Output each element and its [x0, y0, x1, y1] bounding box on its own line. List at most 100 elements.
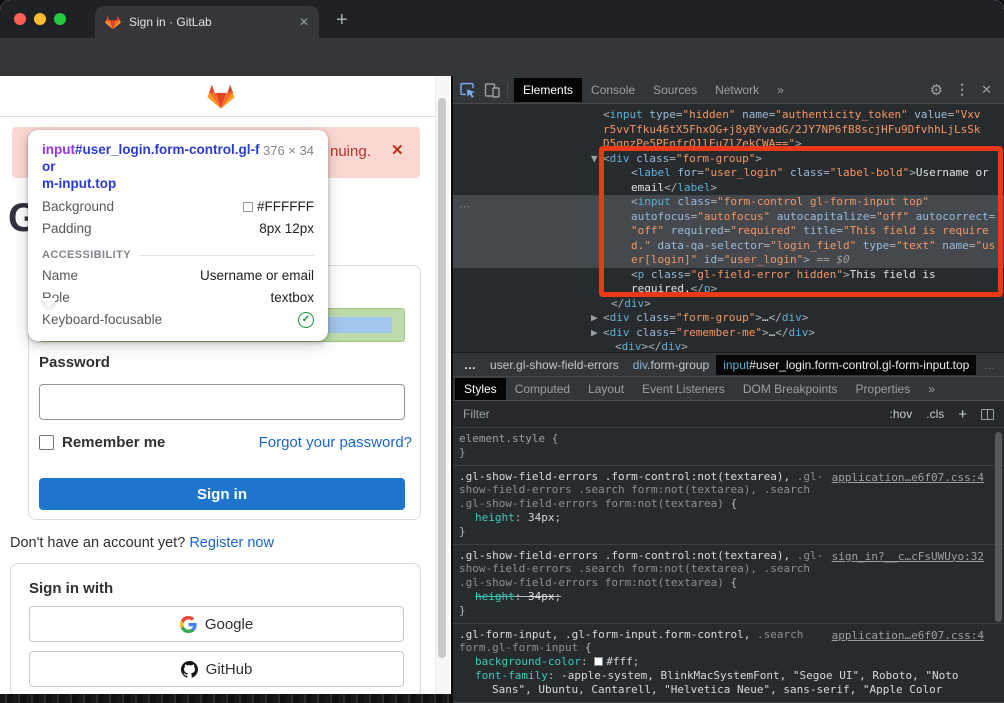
- github-signin-button[interactable]: GitHub: [29, 651, 404, 687]
- breadcrumb-item[interactable]: …: [457, 355, 483, 375]
- style-rule-line[interactable]: background-color: #fff;: [459, 655, 998, 669]
- code-token: </: [775, 326, 788, 339]
- code-token: …: [762, 311, 769, 324]
- styles-sidebar-tab-event-listeners[interactable]: Event Listeners: [633, 378, 734, 400]
- code-token: .gl-show-field-errors form:not(textarea): [459, 497, 731, 510]
- dom-code-line[interactable]: <div></div>: [453, 340, 1004, 352]
- style-source-link[interactable]: application…e6f07.css:4: [832, 629, 984, 642]
- code-token: "hidden": [683, 108, 736, 121]
- google-logo-icon: [180, 616, 197, 633]
- toggle-class-button[interactable]: .cls: [926, 407, 944, 421]
- devtools-tab-»[interactable]: »: [768, 78, 793, 102]
- breadcrumb-item[interactable]: input#user_login.form-control.gl-form-in…: [716, 355, 976, 375]
- toggle-sidebar-icon[interactable]: [981, 409, 994, 420]
- dom-code-line[interactable]: r5vvTfku46tX5FhxOG+j8yBYvadG/2JY7NP6fB8s…: [453, 123, 1004, 138]
- code-token: .search: [750, 628, 803, 641]
- devtools-tab-elements[interactable]: Elements: [514, 78, 582, 102]
- style-rule-line[interactable]: .gl-show-field-errors form:not(textarea)…: [459, 497, 998, 511]
- device-toolbar-icon[interactable]: [483, 81, 501, 99]
- devtools-tab-sources[interactable]: Sources: [644, 78, 706, 102]
- code-token: ></: [642, 340, 662, 352]
- register-now-link[interactable]: Register now: [189, 535, 274, 551]
- style-source-link[interactable]: application…e6f07.css:4: [832, 471, 984, 484]
- css-color-swatch: [594, 657, 603, 666]
- dom-hover-dots[interactable]: ⋯: [459, 200, 469, 213]
- dom-code-line[interactable]: ▶<div class="form-group">…</div>: [453, 311, 1004, 326]
- style-rule-line[interactable]: }: [459, 446, 998, 460]
- new-style-rule-button[interactable]: +: [958, 406, 967, 423]
- style-rule-line[interactable]: show-field-errors .search form:not(texta…: [459, 483, 998, 497]
- toggle-hover-state-button[interactable]: :hov: [890, 407, 913, 421]
- tooltip-arrow: [40, 298, 58, 308]
- styles-filter-input[interactable]: Filter: [463, 407, 876, 421]
- styles-sidebar-tab-computed[interactable]: Computed: [506, 378, 579, 400]
- styles-sidebar-tab-»[interactable]: »: [919, 378, 944, 400]
- password-input[interactable]: [39, 384, 405, 420]
- google-signin-button[interactable]: Google: [29, 606, 404, 642]
- style-rule-line[interactable]: element.style {: [459, 432, 998, 446]
- style-rule-line[interactable]: font-family: -apple-system, BlinkMacSyst…: [459, 669, 998, 683]
- breadcrumb-item[interactable]: div.form-group: [626, 355, 716, 375]
- code-token: =: [669, 311, 676, 324]
- style-rule-line[interactable]: }: [459, 525, 998, 539]
- remember-me-checkbox[interactable]: [39, 435, 54, 450]
- code-token: div: [782, 311, 802, 324]
- browser-tab[interactable]: Sign in · GitLab ✕: [95, 6, 319, 38]
- alert-close-icon[interactable]: ✕: [391, 141, 404, 159]
- forgot-password-link[interactable]: Forgot your password?: [259, 434, 412, 451]
- code-token: >: [755, 311, 762, 324]
- devtools-tab-console[interactable]: Console: [582, 78, 644, 102]
- styles-sidebar-tab-layout[interactable]: Layout: [579, 378, 633, 400]
- code-token: <: [603, 108, 610, 121]
- code-token: type: [643, 108, 676, 121]
- code-token: "authenticity_token": [775, 108, 907, 121]
- code-token: }: [459, 446, 466, 459]
- code-token: ;: [633, 655, 640, 668]
- inspect-element-icon[interactable]: [459, 81, 477, 99]
- tooltip-role-row: Role textbox: [42, 290, 314, 305]
- devtools-tab-network[interactable]: Network: [706, 78, 768, 102]
- styles-sidebar-tab-properties[interactable]: Properties: [847, 378, 920, 400]
- style-rule-line[interactable]: }: [459, 604, 998, 618]
- devtools-close-icon[interactable]: ✕: [981, 82, 992, 98]
- macos-zoom-button[interactable]: [54, 13, 66, 25]
- url-bar: ← → ↻ gitlab.com/users/sign_in?__cf_chl_…: [0, 38, 1004, 76]
- settings-gear-icon[interactable]: ⚙: [930, 81, 943, 99]
- macos-minimize-button[interactable]: [34, 13, 46, 25]
- breadcrumb-item[interactable]: user.gl-show-field-errors: [483, 355, 626, 375]
- style-rule-line[interactable]: Sans", Ubuntu, Cantarell, "Helvetica Neu…: [459, 683, 998, 697]
- code-token: div: [661, 340, 681, 352]
- code-token: "Vxv: [954, 108, 981, 121]
- code-token: :: [515, 511, 528, 524]
- check-circle-icon: ✓: [298, 312, 314, 328]
- styles-sidebar-tab-dom-breakpoints[interactable]: DOM Breakpoints: [734, 378, 847, 400]
- dom-code-line[interactable]: ▶<div class="remember-me">…</div>: [453, 326, 1004, 341]
- style-rule-line[interactable]: .gl-show-field-errors form:not(textarea)…: [459, 576, 998, 590]
- tab-close-icon[interactable]: ✕: [299, 15, 309, 29]
- signin-button[interactable]: Sign in: [39, 478, 405, 510]
- style-rule-line[interactable]: form.gl-form-input {: [459, 641, 998, 655]
- styles-scrollbar-thumb[interactable]: [995, 432, 1002, 622]
- code-token: </: [769, 311, 782, 324]
- breadcrumb-item[interactable]: …: [976, 355, 1002, 375]
- github-logo-icon: [181, 661, 198, 678]
- alert-banner-text: nuing.: [330, 143, 371, 160]
- code-token: .form-group: [647, 358, 709, 372]
- style-rule-line[interactable]: show-field-errors .search form:not(texta…: [459, 562, 998, 576]
- code-token: #user_login.form-control.gl-form-input.t…: [749, 358, 969, 372]
- page-scrollbar-thumb[interactable]: [438, 98, 446, 658]
- code-token: <: [603, 326, 610, 339]
- code-token: ▶: [591, 326, 603, 341]
- style-rule-line[interactable]: height: 34px;: [459, 511, 998, 525]
- macos-close-button[interactable]: [14, 13, 26, 25]
- remember-me-label: Remember me: [62, 434, 165, 451]
- style-source-link[interactable]: sign_in?__c…cFsUWUyo:32: [832, 550, 984, 563]
- styles-sidebar-tab-styles[interactable]: Styles: [455, 378, 506, 400]
- devtools-menu-icon[interactable]: ⋮: [955, 81, 969, 98]
- new-tab-icon[interactable]: +: [336, 7, 348, 33]
- password-label: Password: [39, 354, 110, 371]
- dom-code-line[interactable]: <input type="hidden" name="authenticity_…: [453, 108, 1004, 123]
- dom-code-line[interactable]: </div>: [453, 297, 1004, 312]
- style-rule-line[interactable]: height: 34px;: [459, 590, 998, 604]
- code-token: div: [633, 358, 647, 372]
